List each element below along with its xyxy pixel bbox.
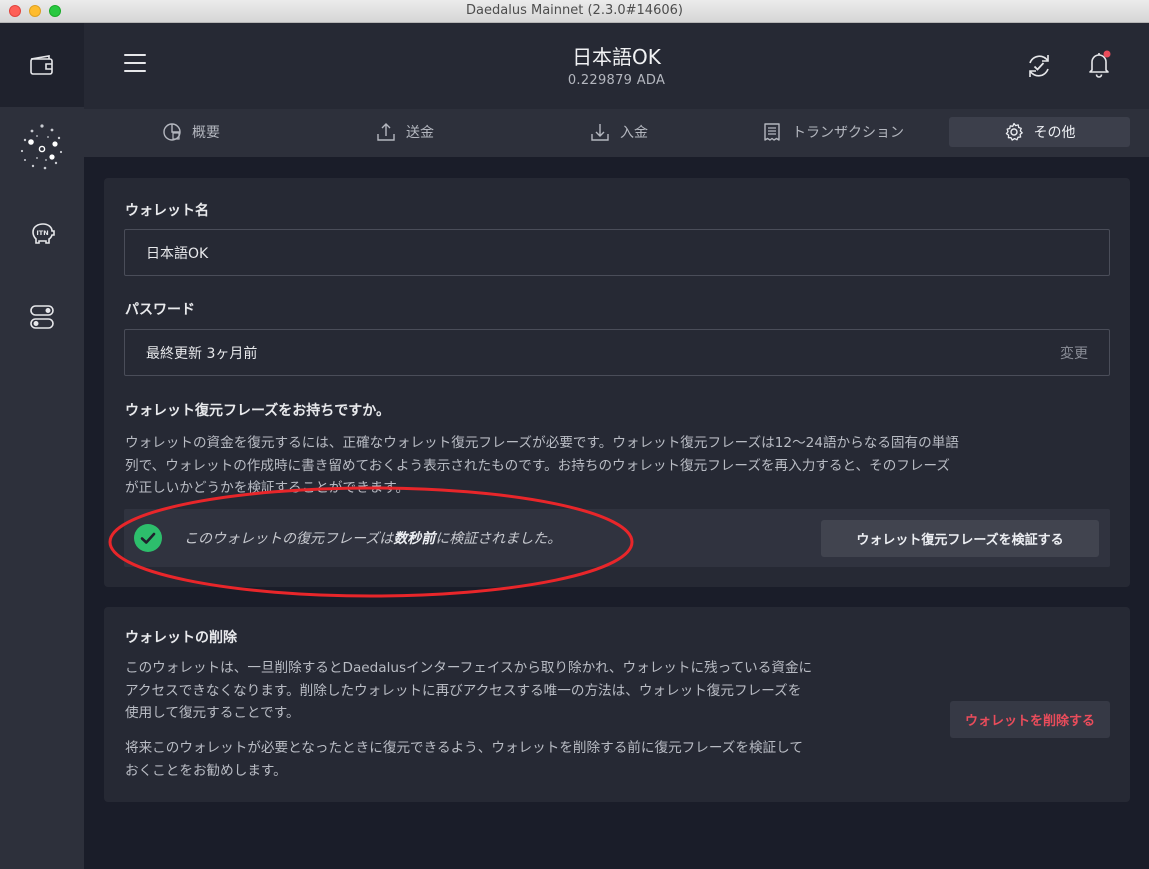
wallet-tabs: 概要 送金 入金 トランザクション その他 (84, 109, 1149, 157)
delete-desc-line: 使用して復元することです。 (125, 705, 300, 721)
window-titlebar: Daedalus Mainnet (2.3.0#14606) (0, 0, 1149, 23)
tab-summary[interactable]: 概要 (84, 117, 298, 147)
password-label: パスワード (125, 302, 195, 318)
daedalus-logo-icon (20, 124, 63, 170)
delete-desc-line: おくことをお勧めします。 (125, 762, 287, 779)
sidebar-item-daedalus[interactable] (0, 107, 84, 187)
sidebar-item-wallets[interactable] (0, 23, 84, 107)
recovery-phrase-description: ウォレットの資金を復元するには、正確なウォレット復元フレーズが必要です。ウォレッ… (125, 432, 959, 500)
delete-desc-line: アクセスできなくなります。削除したウォレットに再びアクセスする唯一の方法は、ウォ… (125, 682, 802, 699)
tab-receive-label: 入金 (620, 125, 648, 141)
wallet-name-label: ウォレット名 (125, 203, 209, 219)
verification-status-text: このウォレットの復元フレーズは数秒前に検証されました。 (184, 531, 562, 547)
sidebar-item-itn-rewards[interactable]: ITN (0, 203, 84, 263)
delete-desc-line: 将来このウォレットが必要となったときに復元できるよう、ウォレットを削除する前に復… (125, 740, 803, 756)
recovery-phrase-title: ウォレット復元フレーズをお持ちですか。 (125, 403, 391, 419)
send-icon (377, 123, 395, 141)
delete-desc-line: このウォレットは、一旦削除するとDaedalusインターフェイスから取り除かれ、… (125, 660, 813, 676)
change-password-link[interactable]: 変更 (1060, 343, 1088, 363)
gear-icon (1005, 122, 1023, 141)
wallet-icon (30, 55, 53, 75)
verification-time: 数秒前 (393, 531, 436, 547)
wallet-settings-panel: ウォレット名 日本語OK パスワード 最終更新 3ヶ月前 変更 ウォレット復元フ… (104, 178, 1130, 587)
verify-recovery-phrase-button[interactable]: ウォレット復元フレーズを検証する (821, 520, 1099, 557)
receive-icon (591, 124, 609, 141)
check-circle-icon (134, 524, 162, 552)
tab-summary-label: 概要 (192, 125, 220, 141)
recovery-desc-line: 列で、ウォレットの作成時に書き留めておくよう表示されたものです。お持ちのウォレッ… (125, 457, 950, 474)
tab-receive[interactable]: 入金 (512, 117, 726, 147)
svg-text:ITN: ITN (36, 229, 48, 237)
tab-send-label: 送金 (406, 125, 434, 141)
sidebar: ITN (0, 23, 84, 869)
delete-wallet-title: ウォレットの削除 (125, 630, 237, 646)
wallet-name-title: 日本語OK (572, 45, 661, 69)
wallet-balance: 0.229879 ADA (567, 73, 666, 88)
recovery-verification-status: このウォレットの復元フレーズは数秒前に検証されました。 ウォレット復元フレーズを… (124, 509, 1110, 567)
recovery-desc-line: が正しいかどうかを検証することができます。 (125, 480, 410, 496)
wallet-header: 日本語OK 0.229879 ADA (84, 23, 1149, 109)
notification-bell-icon[interactable] (1084, 49, 1114, 79)
delete-wallet-advice: 将来このウォレットが必要となったときに復元できるよう、ウォレットを削除する前に復… (125, 737, 803, 782)
wallet-name-value: 日本語OK (146, 245, 209, 262)
wallet-name-input[interactable]: 日本語OK (124, 229, 1110, 276)
toggle-settings-icon (30, 305, 54, 329)
tab-send[interactable]: 送金 (298, 117, 512, 147)
recovery-desc-line: ウォレットの資金を復元するには、正確なウォレット復元フレーズが必要です。ウォレッ… (125, 435, 959, 451)
tab-settings-label: その他 (1033, 125, 1076, 141)
itn-piggy-bank-icon: ITN (32, 223, 55, 244)
window-title: Daedalus Mainnet (2.3.0#14606) (466, 3, 683, 18)
tab-transactions[interactable]: トランザクション (726, 117, 940, 147)
tab-transactions-label: トランザクション (792, 125, 904, 141)
delete-wallet-description: このウォレットは、一旦削除するとDaedalusインターフェイスから取り除かれ、… (125, 657, 812, 725)
tab-settings[interactable]: その他 (949, 117, 1130, 147)
summary-icon (163, 123, 181, 141)
sync-complete-icon[interactable] (1024, 51, 1054, 81)
password-last-updated: 最終更新 3ヶ月前 (146, 345, 258, 362)
sidebar-item-settings[interactable] (0, 287, 84, 347)
transactions-icon (764, 123, 780, 141)
delete-wallet-button[interactable]: ウォレットを削除する (950, 701, 1110, 738)
password-field: 最終更新 3ヶ月前 変更 (124, 329, 1110, 376)
delete-wallet-panel: ウォレットの削除 このウォレットは、一旦削除するとDaedalusインターフェイ… (104, 607, 1130, 802)
